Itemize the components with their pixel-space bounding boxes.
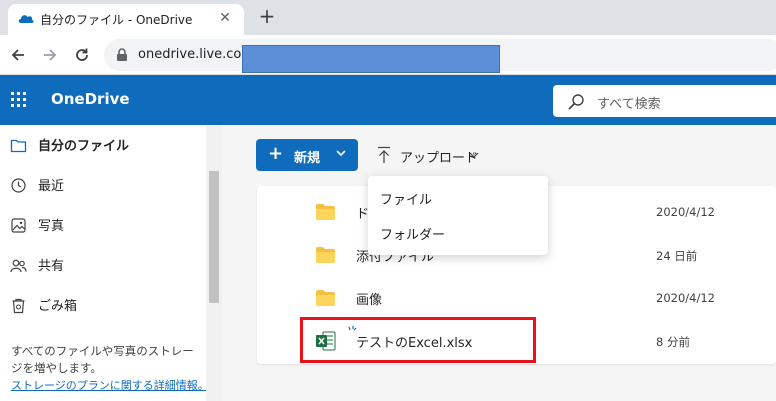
- onedrive-cloud-icon: [18, 15, 34, 23]
- chevron-down-icon: [469, 152, 479, 158]
- storage-plans-link[interactable]: ストレージのプランに関する詳細情報。: [11, 377, 209, 393]
- app-brand[interactable]: OneDrive: [51, 90, 130, 108]
- new-button[interactable]: + 新規: [256, 139, 358, 171]
- menu-item-label: ファイル: [380, 193, 433, 208]
- sidebar-scrollbar[interactable]: [206, 125, 222, 401]
- file-row[interactable]: 画像 2020/4/12: [257, 277, 776, 319]
- upload-arrow-icon: [378, 146, 390, 163]
- app-launcher-icon[interactable]: [11, 92, 27, 108]
- folder-icon: [316, 204, 335, 220]
- folder-icon: [316, 290, 335, 306]
- history-icon: [11, 178, 26, 193]
- url-text: onedrive.live.com: [138, 47, 255, 62]
- sidebar-item-my-files[interactable]: 自分のファイル: [0, 125, 206, 165]
- forward-arrow-icon[interactable]: [38, 43, 62, 67]
- file-modified-date: 2020/4/12: [656, 205, 715, 219]
- new-button-label: 新規: [294, 151, 321, 166]
- upload-menu-item-file[interactable]: ファイル: [368, 180, 548, 215]
- file-name[interactable]: 画像: [356, 289, 382, 308]
- sidebar-item-label: 最近: [38, 179, 65, 194]
- new-tab-button[interactable]: +: [256, 4, 278, 28]
- highlight-box: [300, 317, 536, 363]
- sidebar-item-label: 写真: [38, 219, 65, 234]
- sidebar-item-label: 共有: [38, 259, 65, 274]
- sidebar-item-shared[interactable]: 共有: [0, 245, 206, 285]
- sidebar-item-label: ごみ箱: [38, 299, 78, 314]
- file-modified-date: 24 日前: [656, 249, 698, 263]
- plus-icon: +: [268, 143, 284, 164]
- lock-icon: [117, 48, 127, 61]
- folder-icon: [10, 139, 27, 153]
- upload-button-label: アップロード: [400, 151, 479, 166]
- left-navigation: 自分のファイル 最近 写真 共有 ごみ箱 すべてのファイルや写真のストレージを増…: [0, 125, 222, 401]
- sidebar-item-recycle-bin[interactable]: ごみ箱: [0, 285, 206, 325]
- trash-icon: [12, 298, 25, 314]
- browser-tab[interactable]: 自分のファイル - OneDrive ✕: [8, 4, 244, 35]
- menu-item-label: フォルダー: [380, 228, 446, 243]
- search-icon: [568, 94, 584, 110]
- onedrive-header: OneDrive すべて検索: [0, 75, 776, 125]
- upload-button[interactable]: アップロード: [376, 139, 488, 171]
- sidebar-item-photos[interactable]: 写真: [0, 205, 206, 245]
- storage-upsell-text: すべてのファイルや写真のストレージを増やします。: [11, 344, 194, 375]
- back-arrow-icon[interactable]: [6, 43, 30, 67]
- browser-tab-strip: 自分のファイル - OneDrive ✕ +: [0, 0, 776, 35]
- upload-menu-item-folder[interactable]: フォルダー: [368, 215, 548, 250]
- redaction-box: [242, 45, 500, 73]
- search-input[interactable]: すべて検索: [553, 85, 776, 117]
- chevron-down-icon: [336, 150, 346, 157]
- file-modified-date: 8 分前: [656, 335, 690, 349]
- scrollbar-thumb[interactable]: [209, 171, 219, 303]
- sidebar-item-recent[interactable]: 最近: [0, 165, 206, 205]
- folder-icon: [316, 247, 335, 263]
- people-icon: [10, 259, 27, 273]
- search-placeholder: すべて検索: [597, 97, 661, 112]
- tab-close-icon[interactable]: ✕: [216, 9, 234, 27]
- file-modified-date: 2020/4/12: [656, 291, 715, 305]
- sidebar-item-label: 自分のファイル: [38, 139, 130, 154]
- photo-icon: [11, 218, 26, 233]
- tab-title: 自分のファイル - OneDrive: [40, 13, 193, 27]
- upload-dropdown-menu: ファイル フォルダー: [368, 176, 548, 255]
- reload-icon[interactable]: [70, 43, 94, 67]
